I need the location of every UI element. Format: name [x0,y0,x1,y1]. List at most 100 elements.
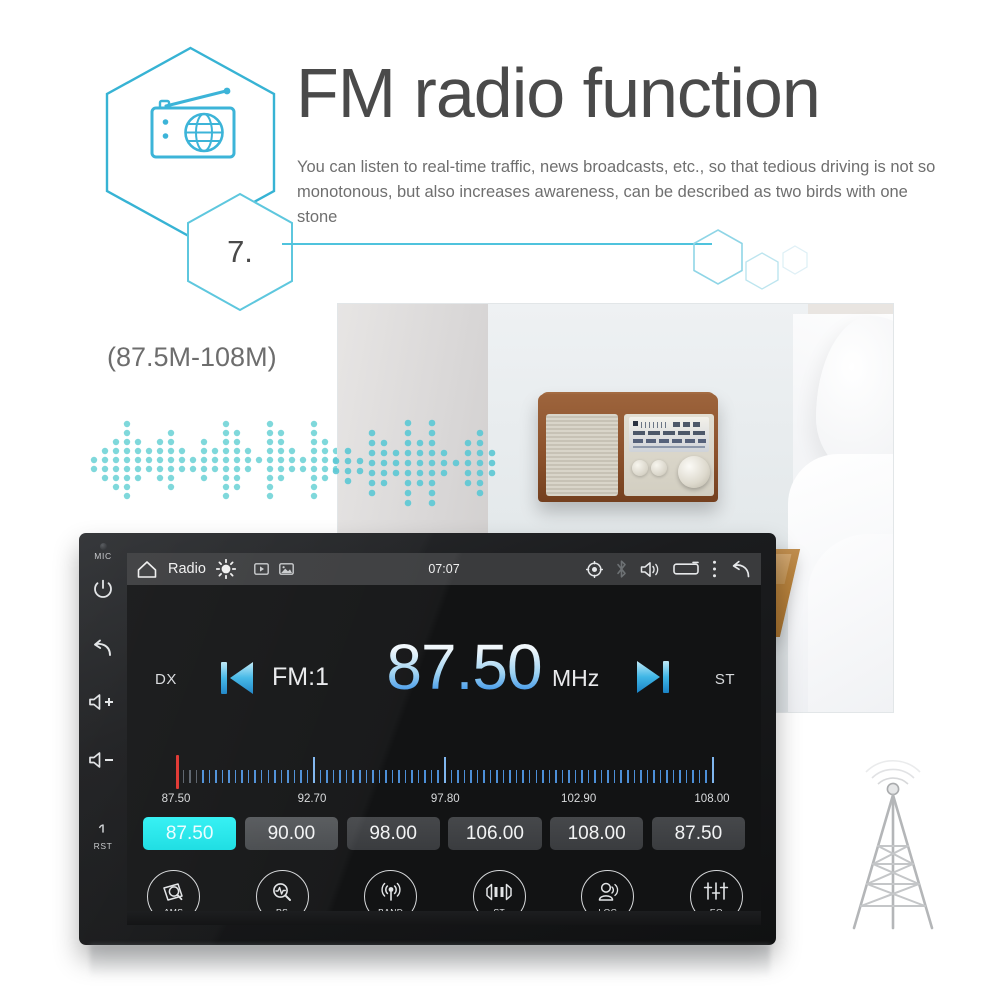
screen-lower-frame [127,911,761,925]
scale-tick [202,770,204,783]
power-button[interactable] [79,578,127,605]
bluetooth-icon[interactable] [616,560,627,578]
scale-tick [712,757,714,783]
scale-tick [515,770,518,783]
scale-tick [319,770,322,783]
scale-tick [574,770,577,783]
scale-tick [313,757,316,783]
volume-icon[interactable] [640,561,660,578]
scale-tick [326,770,328,783]
reset-icon [98,824,104,833]
scale-tick [607,770,609,783]
tuning-scale[interactable] [169,755,719,791]
function-button-loc[interactable]: LOC [581,869,635,911]
next-station-button[interactable] [632,657,674,702]
scale-tick [365,770,368,783]
prev-station-button[interactable] [217,658,259,703]
scale-tick [535,770,537,783]
frequency-display: 87.50 [374,631,554,703]
preset-button[interactable]: 87.50 [143,817,237,850]
tuning-needle[interactable] [176,755,179,789]
back-button[interactable] [79,638,127,663]
more-vert-icon[interactable] [712,560,717,578]
scale-tick [653,770,655,783]
volume-down-button[interactable] [79,751,127,774]
scale-tick [437,770,439,783]
scale-tick [646,770,649,783]
scale-tick [666,770,668,783]
scale-tick [352,770,354,783]
scale-tick [627,770,629,783]
scale-tick [496,770,498,783]
scale-tick [528,770,531,783]
scale-tick [300,770,302,783]
scale-tick [287,770,289,783]
device-screen[interactable]: Radio 07:07 DX ST FM:1 87.50 MHz 87.50 9… [127,553,761,911]
scale-tick [502,770,505,783]
scale-tick [411,770,413,783]
scale-tick [189,770,191,783]
radio-icon [150,87,236,159]
dx-label[interactable]: DX [155,671,177,688]
scale-tick [581,770,583,783]
scale-label: 97.80 [430,793,460,805]
scale-tick [463,770,466,783]
frequency-range-label: (87.5M-108M) [107,342,277,372]
power-icon [94,579,112,598]
brightness-icon[interactable] [215,558,236,580]
preset-button[interactable]: 87.50 [651,817,745,850]
sound-wave-dots-right [332,419,496,507]
scale-tick [424,770,426,783]
scale-tick [555,770,557,783]
scale-tick [430,770,433,783]
scale-tick [234,770,237,783]
gps-icon[interactable] [585,560,604,578]
scale-tick [613,770,616,783]
page-subtitle: You can listen to real-time traffic, new… [297,158,936,226]
scale-tick [548,770,551,783]
scale-tick [561,770,564,783]
scale-label: 87.50 [161,793,191,805]
scale-tick [195,770,198,783]
home-icon[interactable] [136,559,158,579]
scale-tick [470,770,472,783]
video-icon[interactable] [253,563,269,575]
header-divider-line [282,243,712,245]
scale-tick [587,770,590,783]
band-label: FM:1 [272,663,329,691]
status-clock: 07:07 [428,562,460,576]
scale-tick [698,770,701,783]
scale-tick [280,770,283,783]
function-button-ps[interactable]: PS [255,869,309,911]
device-left-bezel: MIC RST [79,533,127,945]
st-label[interactable]: ST [715,671,735,688]
device-reflection [90,944,770,978]
back-arrow-icon [94,639,111,656]
recents-icon[interactable] [673,561,699,577]
image-icon[interactable] [278,563,294,575]
back-arrow-icon[interactable] [730,559,753,579]
function-button-ams[interactable]: AMS [147,869,200,911]
function-button-eq[interactable]: EQ [689,869,743,911]
scale-tick [522,770,524,783]
equalizer-icon [703,881,729,905]
preset-button[interactable]: 90.00 [244,817,338,850]
scale-tick [444,757,446,783]
scale-tick [345,770,348,783]
scale-tick [208,770,211,783]
preset-button[interactable]: 106.00 [448,817,542,850]
scale-tick [391,770,394,783]
preset-button[interactable]: 108.00 [550,817,644,850]
scale-tick [705,770,707,783]
scale-tick [274,770,276,783]
scale-tick [476,770,479,783]
function-button-st[interactable]: ST [472,869,526,911]
scale-tick [372,770,374,783]
reset-button[interactable]: RST [79,823,127,851]
function-button-band[interactable]: BAND [364,869,418,911]
scale-tick [182,770,185,783]
scale-tick [489,770,492,783]
preset-button[interactable]: 98.00 [346,817,440,850]
mic-icon [99,543,107,550]
volume-up-button[interactable] [79,693,127,716]
